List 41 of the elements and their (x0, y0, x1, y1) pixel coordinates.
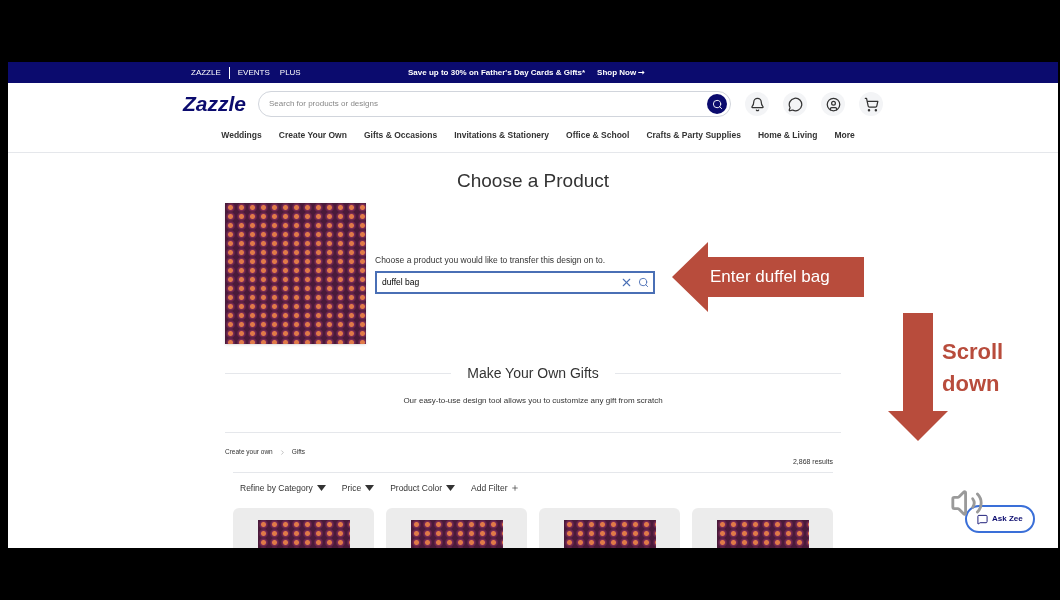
page-title: Choose a Product (455, 168, 611, 193)
chat-icon (977, 513, 988, 525)
chevron-icon (278, 448, 286, 456)
shop-now-link[interactable]: Shop Now ➞ (597, 66, 646, 79)
search-input[interactable]: Search for products or designs (269, 98, 707, 110)
nav-link[interactable]: Invitations & Stationery (454, 129, 550, 142)
cart-icon[interactable] (859, 92, 883, 116)
filter-dropdown[interactable]: Refine by Category (240, 481, 326, 495)
caret-icon (316, 484, 326, 491)
notification-icon[interactable] (745, 92, 769, 116)
nav-link[interactable]: More (834, 129, 855, 142)
prompt-text: Choose a product you would like to transfer this design on to. (375, 253, 607, 267)
product-search-field[interactable]: duffel bag (375, 270, 655, 294)
annotation-text: Enter duffel bag (710, 266, 830, 289)
nav-link[interactable]: Gifts & Occasions (363, 129, 438, 142)
promo-link[interactable]: PLUS (274, 66, 306, 79)
promo-link[interactable]: EVENTS (232, 66, 275, 79)
ask-zee-button[interactable]: Ask Zee (965, 505, 1035, 533)
nav-link[interactable]: Home & Living (757, 129, 818, 142)
search-input[interactable]: duffel bag (382, 275, 615, 289)
promo-message: Save up to 30% on Father's Day Cards & Gifts* (408, 66, 586, 79)
account-icon[interactable] (821, 92, 845, 116)
caret-icon (365, 484, 375, 491)
filter-dropdown[interactable]: Add Filter (471, 481, 520, 495)
chat-icon[interactable] (783, 92, 807, 116)
search-button[interactable] (707, 94, 727, 114)
search-icon (711, 98, 723, 110)
promo-link[interactable]: ZAZZLE (186, 66, 230, 79)
nav-link[interactable]: Office & School (566, 129, 630, 142)
section-subtitle: Our easy-to-use design tool allows you to customize any gift from scratch (402, 395, 664, 408)
section-title: Make Your Own Gifts (467, 364, 599, 384)
search-icon[interactable] (638, 276, 649, 288)
nav-link[interactable]: Crafts & Party Supplies (646, 129, 741, 142)
caret-icon (446, 484, 456, 491)
annotation-text: Scroll down (942, 338, 1005, 398)
filter-dropdown[interactable]: Product Color (390, 481, 456, 495)
logo[interactable]: Zazzle (183, 88, 247, 120)
nav-link[interactable]: Weddings (221, 129, 262, 142)
plus-icon (511, 483, 520, 492)
filter-dropdown[interactable]: Price (341, 481, 375, 495)
nav-link[interactable]: Create Your Own (278, 129, 347, 142)
